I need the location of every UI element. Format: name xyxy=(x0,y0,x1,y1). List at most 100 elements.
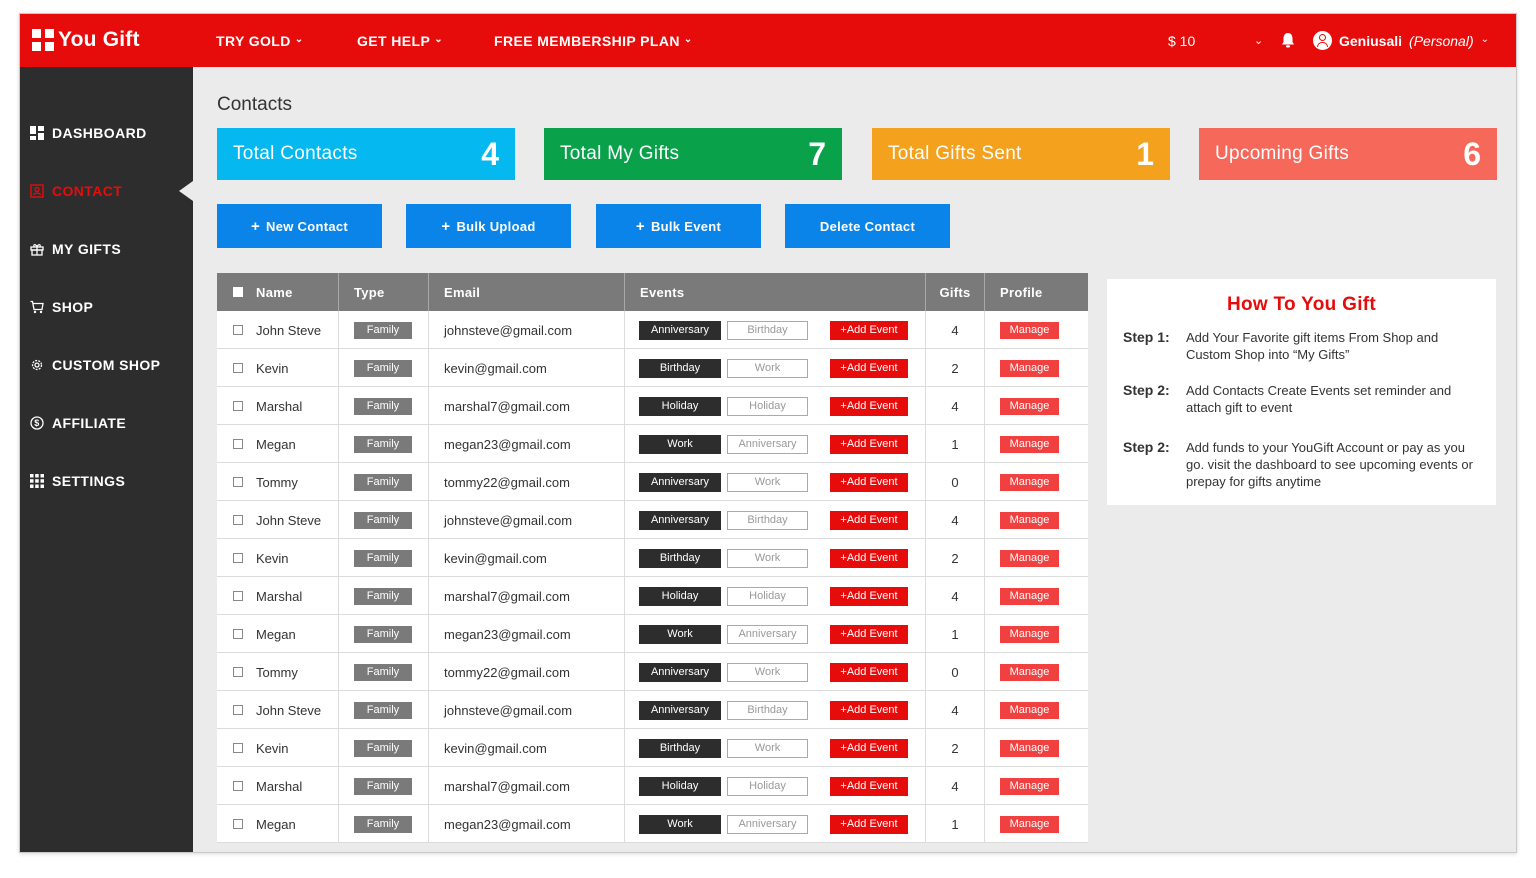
event-tag-primary[interactable]: Anniversary xyxy=(639,700,721,720)
balance-dropdown-icon[interactable]: ⌄ xyxy=(1254,14,1263,67)
table-row[interactable]: John Steve Family johnsteve@gmail.com Anniv… xyxy=(217,691,1088,729)
add-event-button[interactable]: +Add Event xyxy=(830,358,908,378)
table-row[interactable]: John Steve Family johnsteve@gmail.com Anniv… xyxy=(217,501,1088,539)
event-tag-secondary[interactable]: Birthday xyxy=(727,320,808,340)
row-checkbox[interactable] xyxy=(233,705,243,715)
bell-icon[interactable] xyxy=(1279,31,1297,49)
stat-total-gifts-sent[interactable]: Total Gifts Sent 1 xyxy=(872,128,1170,180)
sidebar-item-dashboard[interactable]: DASHBOARD xyxy=(30,123,147,143)
event-tag-secondary[interactable]: Work xyxy=(727,472,808,492)
manage-button[interactable]: Manage xyxy=(1000,435,1059,453)
event-tag-secondary[interactable]: Anniversary xyxy=(727,624,808,644)
add-event-button[interactable]: +Add Event xyxy=(830,700,908,720)
row-checkbox[interactable] xyxy=(233,439,243,449)
add-event-button[interactable]: +Add Event xyxy=(830,510,908,530)
event-tag-primary[interactable]: Work xyxy=(639,624,721,644)
sidebar-item-contact[interactable]: CONTACT xyxy=(30,181,122,201)
event-tag-primary[interactable]: Anniversary xyxy=(639,472,721,492)
manage-button[interactable]: Manage xyxy=(1000,473,1059,491)
manage-button[interactable]: Manage xyxy=(1000,815,1059,833)
new-contact-button[interactable]: + New Contact xyxy=(217,204,382,248)
event-tag-primary[interactable]: Birthday xyxy=(639,358,721,378)
manage-button[interactable]: Manage xyxy=(1000,321,1059,339)
sidebar-item-custom-shop[interactable]: CUSTOM SHOP xyxy=(30,355,160,375)
event-tag-secondary[interactable]: Work xyxy=(727,548,808,568)
event-tag-primary[interactable]: Work xyxy=(639,814,721,834)
row-checkbox[interactable] xyxy=(233,667,243,677)
add-event-button[interactable]: +Add Event xyxy=(830,472,908,492)
manage-button[interactable]: Manage xyxy=(1000,549,1059,567)
event-tag-primary[interactable]: Birthday xyxy=(639,548,721,568)
nav-try-gold[interactable]: TRY GOLD ⌄ xyxy=(216,14,304,67)
event-tag-secondary[interactable]: Holiday xyxy=(727,776,808,796)
add-event-button[interactable]: +Add Event xyxy=(830,434,908,454)
add-event-button[interactable]: +Add Event xyxy=(830,738,908,758)
sidebar-item-settings[interactable]: SETTINGS xyxy=(30,471,125,491)
row-checkbox[interactable] xyxy=(233,477,243,487)
manage-button[interactable]: Manage xyxy=(1000,663,1059,681)
manage-button[interactable]: Manage xyxy=(1000,587,1059,605)
user-menu[interactable]: Geniusali (Personal) ⌄ xyxy=(1313,14,1489,67)
manage-button[interactable]: Manage xyxy=(1000,625,1059,643)
row-checkbox[interactable] xyxy=(233,553,243,563)
event-tag-secondary[interactable]: Holiday xyxy=(727,396,808,416)
manage-button[interactable]: Manage xyxy=(1000,511,1059,529)
sidebar-item-shop[interactable]: SHOP xyxy=(30,297,93,317)
row-checkbox[interactable] xyxy=(233,781,243,791)
stat-upcoming-gifts[interactable]: Upcoming Gifts 6 xyxy=(1199,128,1497,180)
event-tag-primary[interactable]: Holiday xyxy=(639,586,721,606)
add-event-button[interactable]: +Add Event xyxy=(830,662,908,682)
table-row[interactable]: Marshal Family marshal7@gmail.com Holiday Ho… xyxy=(217,387,1088,425)
row-checkbox[interactable] xyxy=(233,401,243,411)
table-row[interactable]: Tommy Family tommy22@gmail.com Anniversary W… xyxy=(217,653,1088,691)
add-event-button[interactable]: +Add Event xyxy=(830,624,908,644)
row-checkbox[interactable] xyxy=(233,743,243,753)
table-row[interactable]: Kevin Family kevin@gmail.com Birthday Work +A… xyxy=(217,539,1088,577)
event-tag-primary[interactable]: Work xyxy=(639,434,721,454)
event-tag-primary[interactable]: Anniversary xyxy=(639,320,721,340)
table-row[interactable]: Kevin Family kevin@gmail.com Birthday Work +A… xyxy=(217,729,1088,767)
event-tag-primary[interactable]: Anniversary xyxy=(639,662,721,682)
row-checkbox[interactable] xyxy=(233,363,243,373)
row-checkbox[interactable] xyxy=(233,325,243,335)
table-row[interactable]: John Steve Family johnsteve@gmail.com Anniv… xyxy=(217,311,1088,349)
event-tag-secondary[interactable]: Work xyxy=(727,662,808,682)
row-checkbox[interactable] xyxy=(233,629,243,639)
event-tag-secondary[interactable]: Birthday xyxy=(727,700,808,720)
sidebar-item-my-gifts[interactable]: MY GIFTS xyxy=(30,239,121,259)
event-tag-primary[interactable]: Anniversary xyxy=(639,510,721,530)
stat-total-contacts[interactable]: Total Contacts 4 xyxy=(217,128,515,180)
table-row[interactable]: Megan Family megan23@gmail.com Work Annivers… xyxy=(217,425,1088,463)
event-tag-secondary[interactable]: Anniversary xyxy=(727,434,808,454)
bulk-upload-button[interactable]: + Bulk Upload xyxy=(406,204,571,248)
delete-contact-button[interactable]: Delete Contact xyxy=(785,204,950,248)
select-all-checkbox[interactable] xyxy=(233,287,243,297)
manage-button[interactable]: Manage xyxy=(1000,397,1059,415)
event-tag-secondary[interactable]: Birthday xyxy=(727,510,808,530)
table-row[interactable]: Tommy Family tommy22@gmail.com Anniversary W… xyxy=(217,463,1088,501)
add-event-button[interactable]: +Add Event xyxy=(830,776,908,796)
event-tag-secondary[interactable]: Work xyxy=(727,358,808,378)
table-row[interactable]: Marshal Family marshal7@gmail.com Holiday Ho… xyxy=(217,577,1088,615)
event-tag-primary[interactable]: Holiday xyxy=(639,396,721,416)
table-row[interactable]: Kevin Family kevin@gmail.com Birthday Work +A… xyxy=(217,349,1088,387)
bulk-event-button[interactable]: + Bulk Event xyxy=(596,204,761,248)
logo[interactable]: You Gift xyxy=(32,26,140,54)
row-checkbox[interactable] xyxy=(233,819,243,829)
nav-membership-plan[interactable]: FREE MEMBERSHIP PLAN ⌄ xyxy=(494,14,693,67)
event-tag-primary[interactable]: Holiday xyxy=(639,776,721,796)
table-row[interactable]: Megan Family megan23@gmail.com Work Annivers… xyxy=(217,615,1088,653)
manage-button[interactable]: Manage xyxy=(1000,359,1059,377)
add-event-button[interactable]: +Add Event xyxy=(830,548,908,568)
nav-get-help[interactable]: GET HELP ⌄ xyxy=(357,14,443,67)
table-row[interactable]: Marshal Family marshal7@gmail.com Holiday Ho… xyxy=(217,767,1088,805)
manage-button[interactable]: Manage xyxy=(1000,777,1059,795)
event-tag-secondary[interactable]: Work xyxy=(727,738,808,758)
stat-total-my-gifts[interactable]: Total My Gifts 7 xyxy=(544,128,842,180)
manage-button[interactable]: Manage xyxy=(1000,701,1059,719)
event-tag-primary[interactable]: Birthday xyxy=(639,738,721,758)
row-checkbox[interactable] xyxy=(233,515,243,525)
add-event-button[interactable]: +Add Event xyxy=(830,320,908,340)
sidebar-item-affiliate[interactable]: $ AFFILIATE xyxy=(30,413,126,433)
table-row[interactable]: Megan Family megan23@gmail.com Work Annivers… xyxy=(217,805,1088,843)
